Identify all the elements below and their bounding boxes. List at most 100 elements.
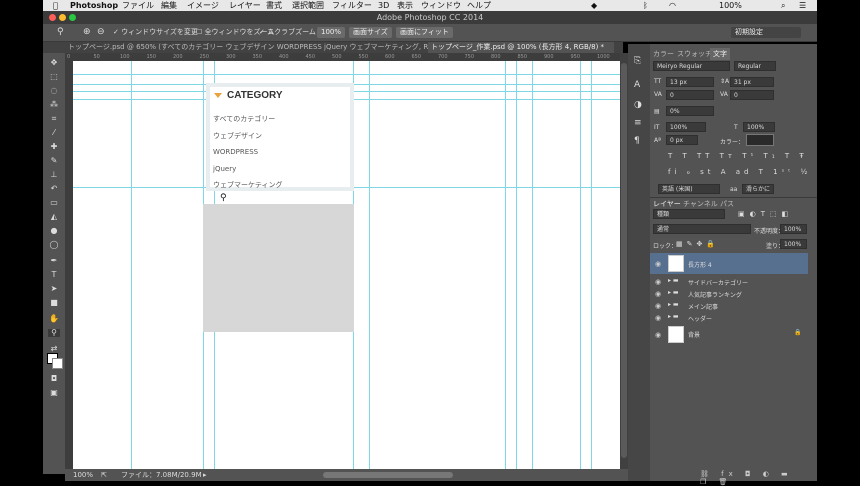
visibility-eye-icon[interactable]: ◉ (655, 314, 663, 322)
magic-wand-icon[interactable]: ⁂ (48, 101, 60, 109)
tab-channels[interactable]: チャンネル (683, 199, 718, 209)
font-size-field[interactable]: 13 px (666, 77, 714, 87)
crop-tool-icon[interactable]: ⌗ (48, 115, 60, 123)
blend-mode-select[interactable]: 通常 (653, 224, 751, 234)
pen-tool-icon[interactable]: ✒ (48, 257, 60, 265)
bluetooth-icon[interactable]: ᛒ (643, 0, 648, 11)
menu-3d[interactable]: 3D (378, 0, 389, 11)
clone-stamp-icon[interactable]: ⊥ (48, 171, 60, 179)
layer-name[interactable]: サイドバーカテゴリー (688, 278, 748, 287)
menu-select[interactable]: 選択範囲 (292, 0, 324, 11)
layer-filter-icons[interactable]: ▣◐T⬚◧ (738, 210, 793, 218)
menu-window[interactable]: ウィンドウ (421, 0, 461, 11)
tab-toppage-work[interactable]: トップページ_作業.psd @ 100% (長方形 4, RGB/8) * (428, 42, 614, 53)
menu-layer[interactable]: レイヤー (229, 0, 261, 11)
zoom-100-button[interactable]: 100% (317, 27, 346, 38)
history-brush-icon[interactable]: ↶ (48, 185, 60, 193)
type-tool-icon[interactable]: T (48, 271, 60, 279)
kerning-field[interactable]: 0 (666, 90, 714, 100)
notification-icon[interactable]: ☰ (799, 0, 806, 11)
layer-row-popular-ranking[interactable]: ◉ ▸ ▬ 人気記事ランキング (650, 288, 808, 300)
paragraph-panel-icon[interactable]: ¶ (634, 136, 640, 146)
layer-row-background[interactable]: ◉ 背景 🔒 (650, 325, 808, 343)
workspace-select[interactable]: 初期設定 (731, 27, 801, 38)
scrubby-zoom-checkbox[interactable]: ✓ スクラブズーム (259, 24, 316, 41)
document-canvas[interactable]: CATEGORY すべてのカテゴリー ウェブデザイン WORDPRESS jQu… (73, 61, 620, 469)
history-panel-icon[interactable]: ⎘ (634, 56, 641, 66)
canvas-horizontal-scrollbar[interactable] (323, 472, 453, 478)
tab-swatches[interactable]: スウォッチ (677, 49, 712, 59)
fill-screen-button[interactable]: 画面にフィット (396, 27, 453, 38)
language-select[interactable]: 英語 (米国) (658, 184, 720, 194)
zoom-window-button[interactable] (69, 14, 76, 21)
layer-row-main-article[interactable]: ◉ ▸ ▬ メイン記事 (650, 300, 808, 312)
layer-name[interactable]: メイン記事 (688, 302, 718, 311)
layer-name[interactable]: 長方形 4 (688, 260, 712, 269)
layers-footer-icons[interactable]: ⛓ fx ◘ ◐ ▬ ❐ 🗑 (700, 470, 810, 486)
anti-alias-select[interactable]: 滑らかに (742, 184, 774, 194)
lasso-tool-icon[interactable]: ◌ (48, 87, 60, 95)
menu-view[interactable]: 表示 (397, 0, 413, 11)
fit-screen-button[interactable]: 画面サイズ (349, 27, 392, 38)
visibility-eye-icon[interactable]: ◉ (655, 278, 663, 286)
eraser-tool-icon[interactable]: ▭ (48, 199, 60, 207)
layer-name[interactable]: ヘッダー (688, 314, 712, 323)
brush-panel-icon[interactable]: ≡ (634, 118, 642, 128)
layer-filter-select[interactable]: 種類 (653, 209, 725, 219)
tracking-field[interactable]: 0 (730, 90, 774, 100)
path-selection-icon[interactable]: ➤ (48, 285, 60, 293)
lock-icons[interactable]: ▦✎✥🔒 (676, 240, 719, 248)
leading-field[interactable]: 31 px (730, 77, 774, 87)
tab-layers[interactable]: レイヤー (653, 199, 681, 209)
marquee-tool-icon[interactable]: ⬚ (48, 73, 60, 81)
apple-icon[interactable]:  (53, 0, 58, 11)
layer-row-header[interactable]: ◉ ▸ ▬ ヘッダー (650, 312, 808, 324)
tab-color[interactable]: カラー (653, 49, 674, 59)
opentype-buttons[interactable]: fi ℴ st A ad T 1ˢᵗ ½ (668, 168, 811, 176)
text-color-swatch[interactable] (746, 134, 774, 146)
app-menu[interactable]: Photoshop (70, 0, 118, 11)
menu-file[interactable]: ファイル (122, 0, 154, 11)
rectangle-tool-icon[interactable]: ■ (48, 299, 60, 307)
quick-mask-icon[interactable]: ◘ (48, 375, 60, 383)
canvas-vertical-scrollbar[interactable] (620, 53, 628, 469)
zoom-in-icon[interactable]: ⊕ (83, 24, 91, 41)
menu-help[interactable]: ヘルプ (467, 0, 491, 11)
screen-mode-icon[interactable]: ▣ (48, 389, 60, 397)
adjustments-panel-icon[interactable]: ◑ (634, 100, 642, 110)
close-window-button[interactable] (49, 14, 56, 21)
tab-toppage[interactable]: トップページ.psd @ 650% (すべてのカテゴリー ウェブデザイン WOR… (65, 42, 431, 53)
visibility-eye-icon[interactable]: ◉ (655, 290, 663, 298)
font-family-select[interactable]: Meiryo Regular (653, 61, 730, 71)
status-menu-arrow-icon[interactable]: ▸ (203, 469, 207, 481)
layer-name[interactable]: 背景 (688, 330, 700, 339)
paint-bucket-icon[interactable]: ◭ (48, 213, 60, 221)
properties-panel-icon[interactable]: A (634, 80, 640, 90)
font-style-select[interactable]: Regular (734, 61, 776, 71)
layer-row-sidebar-category[interactable]: ◉ ▸ ▬ サイドバーカテゴリー (650, 276, 808, 288)
menu-filter[interactable]: フィルター (332, 0, 372, 11)
menu-image[interactable]: イメージ (187, 0, 219, 11)
wifi-icon[interactable]: ◠ (669, 0, 676, 11)
zoom-tool-icon[interactable]: ⚲ (57, 24, 64, 41)
horizontal-scale-field[interactable]: 100% (743, 122, 775, 132)
visibility-eye-icon[interactable]: ◉ (655, 331, 663, 339)
zoom-out-icon[interactable]: ⊖ (97, 24, 105, 41)
eyedropper-icon[interactable]: ⁄ (48, 129, 60, 137)
baseline-field[interactable]: 0 px (666, 135, 698, 145)
hand-tool-icon[interactable]: ✋ (48, 315, 60, 323)
menu-type[interactable]: 書式 (266, 0, 282, 11)
status-zoom[interactable]: 100% (73, 469, 93, 481)
vertical-scale-field[interactable]: 100% (666, 122, 706, 132)
move-tool-icon[interactable]: ✥ (48, 59, 60, 67)
fill-field[interactable]: 100% (780, 239, 807, 249)
dodge-tool-icon[interactable]: ◯ (48, 241, 60, 249)
tab-paths[interactable]: パス (720, 199, 734, 209)
brush-tool-icon[interactable]: ✎ (48, 157, 60, 165)
text-style-buttons[interactable]: T T TT Tт T¹ T₁ T Ŧ (668, 152, 808, 160)
visibility-eye-icon[interactable]: ◉ (655, 302, 663, 310)
rectangle-4-shape[interactable] (203, 204, 354, 332)
zoom-tool-icon-panel[interactable]: ⚲ (48, 329, 60, 337)
dropbox-icon[interactable]: ◆ (591, 0, 597, 11)
opacity-field[interactable]: 100% (780, 224, 807, 234)
